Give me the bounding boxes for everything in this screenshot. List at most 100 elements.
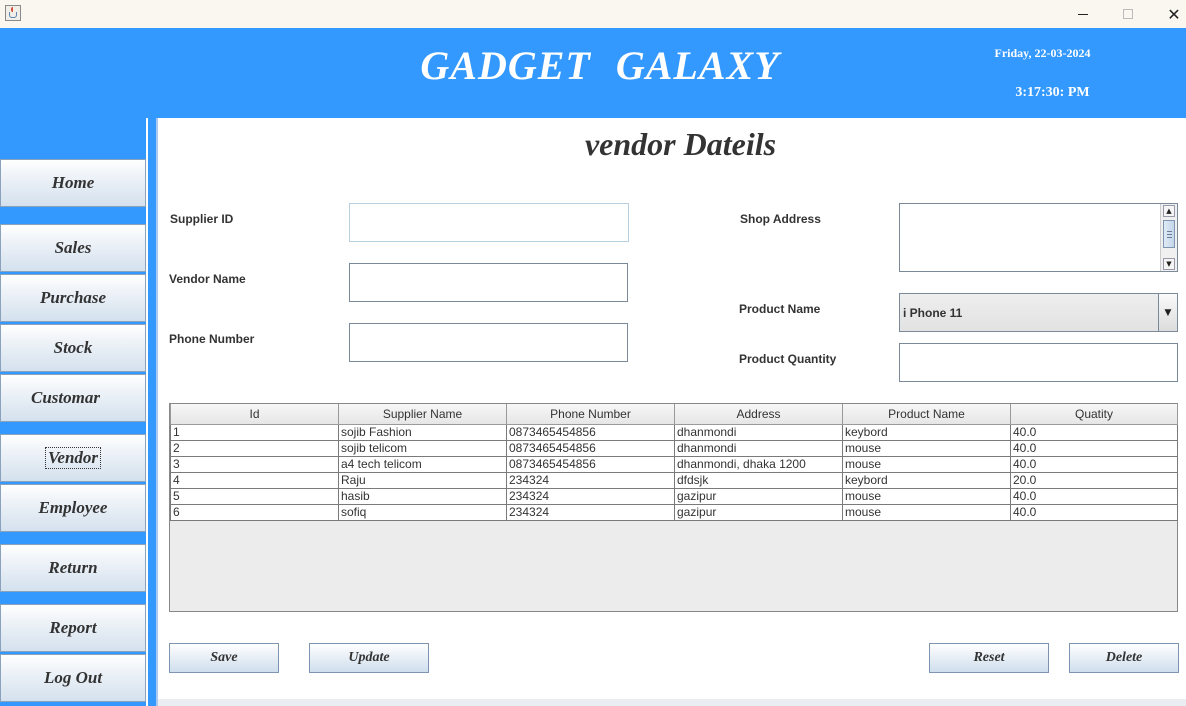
sidebar-item-logout[interactable]: Log Out — [0, 654, 146, 702]
vendor-name-field[interactable] — [349, 263, 628, 302]
sidebar-item-purchase[interactable]: Purchase — [0, 274, 146, 322]
table-cell: 4 — [170, 471, 339, 489]
table-cell: 234324 — [506, 487, 675, 505]
sidebar-item-label: Employee — [38, 498, 108, 517]
table-cell: Raju — [338, 471, 507, 489]
phone-number-field[interactable] — [349, 323, 628, 362]
table-cell: dhanmondi, dhaka 1200 — [674, 455, 843, 473]
sidebar-item-vendor[interactable]: Vendor — [0, 434, 146, 482]
sidebar-item-return[interactable]: Return — [0, 544, 146, 592]
table-row[interactable]: 4 Raju 234324 dfdsjk keybord 20.0 — [170, 471, 1178, 489]
address-scrollbar[interactable]: ▲ ▼ — [1160, 204, 1177, 271]
column-header-id[interactable]: Id — [170, 404, 339, 425]
sidebar-item-label: Customar — [31, 388, 100, 407]
column-header-phone-number[interactable]: Phone Number — [506, 404, 675, 425]
table-cell: sofiq — [338, 503, 507, 521]
sidebar-item-label: Vendor — [44, 447, 102, 469]
sidebar-item-label: Return — [48, 558, 98, 577]
table-cell: 40.0 — [1010, 455, 1178, 473]
close-icon[interactable]: ✕ — [1151, 0, 1186, 28]
shop-address-field[interactable]: ▲ ▼ — [899, 203, 1178, 272]
table-cell: 0873465454856 — [506, 423, 675, 441]
reset-button[interactable]: Reset — [929, 643, 1049, 673]
sidebar-item-label: Sales — [54, 238, 92, 257]
table-row[interactable]: 1 sojib Fashion 0873465454856 dhanmondi keyb… — [170, 423, 1178, 441]
sidebar-item-label: Purchase — [39, 288, 107, 307]
delete-button[interactable]: Delete — [1069, 643, 1179, 673]
column-header-quantity[interactable]: Quatity — [1010, 404, 1178, 425]
table-cell: 20.0 — [1010, 471, 1178, 489]
java-icon — [5, 5, 21, 21]
table-cell: dhanmondi — [674, 423, 843, 441]
sidebar-item-home[interactable]: Home — [0, 159, 146, 207]
sidebar-item-stock[interactable]: Stock — [0, 324, 146, 372]
sidebar-item-label: Report — [49, 618, 97, 637]
product-name-select[interactable]: i Phone 11 ▼ — [899, 293, 1178, 332]
product-name-label: Product Name — [739, 302, 821, 316]
update-button[interactable]: Update — [309, 643, 429, 673]
table-header-row: Id Supplier Name Phone Number Address Pr… — [170, 404, 1178, 425]
table-cell: keybord — [842, 423, 1011, 441]
column-header-supplier-name[interactable]: Supplier Name — [338, 404, 507, 425]
table-row[interactable]: 6 sofiq 234324 gazipur mouse 40.0 — [170, 503, 1178, 521]
table-cell: mouse — [842, 439, 1011, 457]
table-cell: mouse — [842, 455, 1011, 473]
phone-number-label: Phone Number — [169, 332, 255, 346]
table-cell: 6 — [170, 503, 339, 521]
table-cell: dfdsjk — [674, 471, 843, 489]
maximize-icon[interactable] — [1105, 0, 1151, 28]
supplier-id-field[interactable] — [349, 203, 629, 242]
window-title-bar: ✕ — [0, 0, 1186, 28]
table-cell: hasib — [338, 487, 507, 505]
sidebar-item-label: Home — [51, 173, 95, 192]
minimize-icon[interactable] — [1060, 0, 1106, 28]
table-row[interactable]: 2 sojib telicom 0873465454856 dhanmondi mous… — [170, 439, 1178, 457]
vendor-table[interactable]: Id Supplier Name Phone Number Address Pr… — [169, 403, 1178, 612]
panel-divider — [146, 118, 158, 706]
vendor-panel: vendor Dateils Supplier ID Vendor Name P… — [158, 118, 1186, 706]
table-cell: 1 — [170, 423, 339, 441]
scroll-up-icon[interactable]: ▲ — [1163, 205, 1175, 217]
sidebar-item-report[interactable]: Report — [0, 604, 146, 652]
bottom-edge — [158, 699, 1186, 706]
table-cell: dhanmondi — [674, 439, 843, 457]
table-cell: a4 tech telicom — [338, 455, 507, 473]
sidebar-item-label: Log Out — [43, 668, 103, 687]
table-cell: 40.0 — [1010, 423, 1178, 441]
sidebar-item-customar[interactable]: Customar — [0, 374, 146, 422]
scroll-thumb[interactable] — [1163, 220, 1175, 248]
product-quantity-field[interactable] — [899, 343, 1178, 382]
page-title: vendor Dateils — [584, 126, 777, 162]
table-cell: gazipur — [674, 503, 843, 521]
save-button[interactable]: Save — [169, 643, 279, 673]
column-header-address[interactable]: Address — [674, 404, 843, 425]
sidebar-item-label: Stock — [53, 338, 93, 357]
current-time: 3:17:30: PM — [1015, 85, 1090, 100]
chevron-down-icon[interactable]: ▼ — [1158, 294, 1177, 331]
table-cell: 40.0 — [1010, 439, 1178, 457]
table-row[interactable]: 5 hasib 234324 gazipur mouse 40.0 — [170, 487, 1178, 505]
table-cell: sojib Fashion — [338, 423, 507, 441]
vendor-name-label: Vendor Name — [169, 272, 246, 286]
column-header-product-name[interactable]: Product Name — [842, 404, 1011, 425]
scroll-down-icon[interactable]: ▼ — [1163, 258, 1175, 270]
sidebar-item-employee[interactable]: Employee — [0, 484, 146, 532]
app-header: GADGET GALAXY Friday, 22-03-2024 3:17:30… — [0, 28, 1186, 118]
table-cell: sojib telicom — [338, 439, 507, 457]
sidebar-item-sales[interactable]: Sales — [0, 224, 146, 272]
table-cell: 0873465454856 — [506, 439, 675, 457]
product-quantity-label: Product Quantity — [739, 352, 837, 366]
table-row[interactable]: 3 a4 tech telicom 0873465454856 dhanmondi, … — [170, 455, 1178, 473]
table-cell: 0873465454856 — [506, 455, 675, 473]
brand-title: GADGET GALAXY — [420, 43, 780, 88]
product-name-value: i Phone 11 — [903, 306, 963, 320]
table-cell: keybord — [842, 471, 1011, 489]
table-cell: 234324 — [506, 471, 675, 489]
table-cell: 2 — [170, 439, 339, 457]
table-cell: 234324 — [506, 503, 675, 521]
table-cell: 3 — [170, 455, 339, 473]
table-cell: 5 — [170, 487, 339, 505]
table-cell: mouse — [842, 487, 1011, 505]
table-cell: mouse — [842, 503, 1011, 521]
shop-address-label: Shop Address — [740, 212, 821, 226]
